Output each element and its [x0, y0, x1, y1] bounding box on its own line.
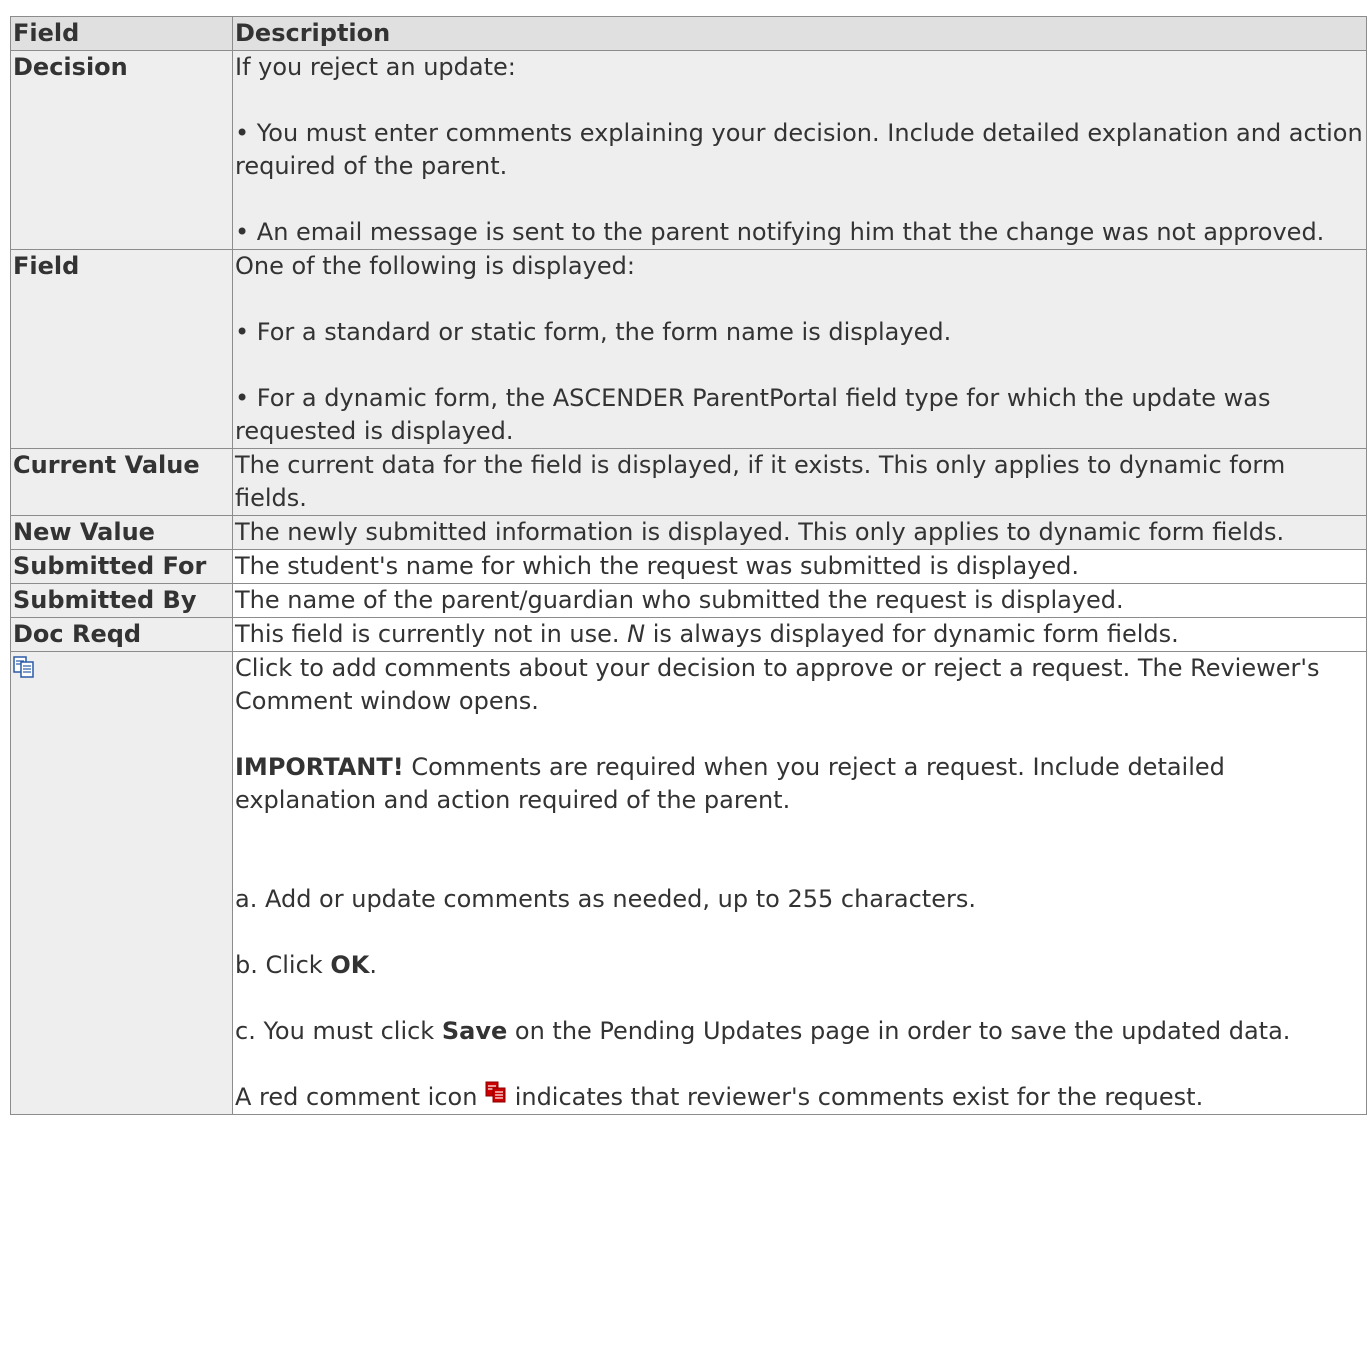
paragraph: a. Add or update comments as needed, up … [235, 885, 976, 913]
row-field-icon [10, 651, 233, 1115]
paragraph: If you reject an update: [235, 53, 516, 81]
paragraph: A red comment icon indicates that review… [235, 1081, 1364, 1114]
paragraph: • You must enter comments explaining you… [235, 119, 1363, 180]
row-description: Click to add comments about your decisio… [232, 651, 1367, 1115]
header-field: Field [10, 16, 233, 51]
paragraph: This field is currently not in use. N is… [235, 619, 1364, 651]
paragraph: b. Click OK. [235, 949, 1364, 982]
paragraph: One of the following is displayed: [235, 252, 635, 280]
text: on the Pending Updates page in order to … [507, 1017, 1291, 1045]
save-label: Save [441, 1017, 508, 1045]
row-field-label: New Value [10, 515, 233, 550]
table-row: Decision If you reject an update: • You … [10, 50, 1367, 250]
red-comment-icon [485, 1079, 507, 1112]
text: A red comment icon [235, 1083, 486, 1111]
paragraph: • For a standard or static form, the for… [235, 318, 952, 346]
paragraph: c. You must click Save on the Pending Up… [235, 1015, 1364, 1048]
paragraph: IMPORTANT! Comments are required when yo… [235, 751, 1364, 817]
row-description: One of the following is displayed: • For… [232, 249, 1367, 449]
table-row: Click to add comments about your decisio… [10, 651, 1367, 1115]
row-field-label: Current Value [10, 448, 233, 516]
text: b. Click [235, 951, 331, 979]
row-description: The name of the parent/guardian who subm… [232, 583, 1367, 618]
paragraph: The student's name for which the request… [235, 552, 1080, 580]
ok-label: OK [330, 951, 370, 979]
row-field-label: Field [10, 249, 233, 449]
text: is always displayed for dynamic form fie… [645, 620, 1179, 648]
paragraph: The name of the parent/guardian who subm… [235, 586, 1124, 614]
paragraph: The newly submitted information is displ… [235, 518, 1285, 546]
table-row: Doc Reqd This field is currently not in … [10, 617, 1367, 652]
row-description: If you reject an update: • You must ente… [232, 50, 1367, 250]
row-field-label: Submitted By [10, 583, 233, 618]
table-row: Current Value The current data for the f… [10, 448, 1367, 516]
fields-table: Field Description Decision If you reject… [10, 16, 1367, 1115]
row-description: The student's name for which the request… [232, 549, 1367, 584]
text: c. You must click [235, 1017, 442, 1045]
row-description: The newly submitted information is displ… [232, 515, 1367, 550]
text: This field is currently not in use. [235, 620, 628, 648]
row-field-label: Decision [10, 50, 233, 250]
comment-icon[interactable] [13, 654, 35, 687]
text: indicates that reviewer's comments exist… [507, 1083, 1204, 1111]
row-description: This field is currently not in use. N is… [232, 617, 1367, 652]
table-header-row: Field Description [10, 16, 1367, 51]
header-description: Description [232, 16, 1367, 51]
text: . [369, 951, 377, 979]
paragraph: • An email message is sent to the parent… [235, 218, 1325, 246]
row-field-label: Doc Reqd [10, 617, 233, 652]
table-row: Field One of the following is displayed:… [10, 249, 1367, 449]
row-field-label: Submitted For [10, 549, 233, 584]
table-row: Submitted For The student's name for whi… [10, 549, 1367, 584]
paragraph: • For a dynamic form, the ASCENDER Paren… [235, 384, 1271, 445]
emphasis: N [627, 620, 646, 648]
row-description: The current data for the field is displa… [232, 448, 1367, 516]
important-label: IMPORTANT! [235, 753, 404, 781]
paragraph: The current data for the field is displa… [235, 451, 1286, 512]
table-row: Submitted By The name of the parent/guar… [10, 583, 1367, 618]
table-row: New Value The newly submitted informatio… [10, 515, 1367, 550]
paragraph: Click to add comments about your decisio… [235, 654, 1320, 715]
